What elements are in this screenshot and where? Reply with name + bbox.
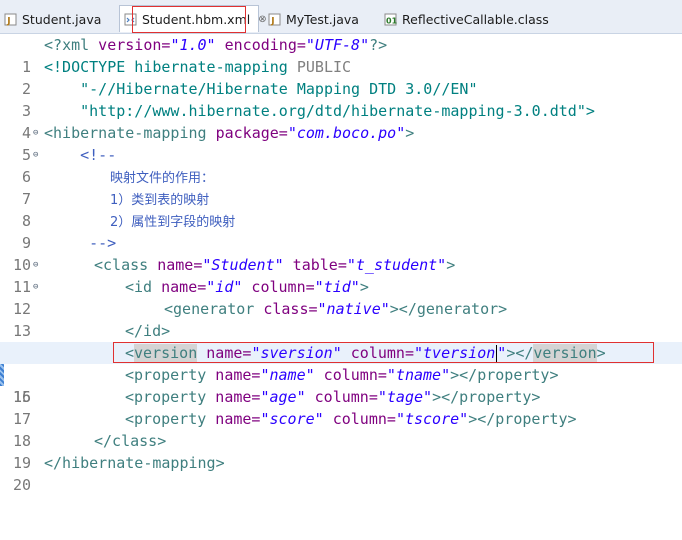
code-line: 17 <property name="age" column="tage"></… [0, 386, 682, 428]
code-text: <!DOCTYPE hibernate-mapping PUBLIC [44, 58, 352, 76]
code-text: --> [53, 234, 117, 252]
tab-label: ReflectiveCallable.class [402, 11, 549, 27]
close-tab-icon[interactable]: ⊗ [258, 14, 266, 25]
code-line: 16 <property name="name" column="tname">… [0, 364, 682, 406]
svg-text:J: J [270, 16, 274, 26]
code-line: 2 <!DOCTYPE hibernate-mapping PUBLIC [0, 56, 682, 98]
code-text: "-//Hibernate/Hibernate Mapping DTD 3.0/… [44, 80, 478, 98]
code-line: 1 <?xml version="1.0" encoding="UTF-8"?> [0, 34, 682, 76]
code-line: 10 --> [0, 232, 682, 274]
java-file-icon: J [4, 13, 17, 26]
line-number: 20 [12, 476, 31, 494]
code-text: <!-- [44, 146, 117, 164]
code-line: 14 </id> [0, 320, 682, 362]
code-line: 7 映射文件的作用： [0, 166, 682, 208]
code-text: <class name="Student" table="t_student"> [94, 256, 456, 274]
code-text: </class> [94, 432, 167, 450]
xml-editor[interactable]: 1 <?xml version="1.0" encoding="UTF-8"?>… [0, 34, 682, 494]
code-line: 8 1）类到表的映射 [0, 188, 682, 230]
code-text: </id> [125, 322, 171, 340]
code-text: <?xml version="1.0" encoding="UTF-8"?> [44, 36, 388, 54]
code-text: 2）属性到字段的映射 [110, 215, 236, 230]
code-line: 13 <generator class="native"></generator… [0, 298, 682, 340]
tab-reflectivecallable-class[interactable]: 01 ReflectiveCallable.class [384, 8, 549, 30]
tab-student-java[interactable]: J Student.java [4, 8, 101, 30]
code-text: <property name="score" column="tscore"><… [125, 410, 577, 428]
java-file-icon: J [268, 13, 281, 26]
current-code-line[interactable]: 15 <version name="sversion" column="tver… [0, 342, 682, 406]
code-line: 18 <property name="score" column="tscore… [0, 408, 682, 450]
code-text: 1）类到表的映射 [110, 193, 210, 208]
fold-toggle-icon[interactable]: ⊖ [33, 254, 42, 276]
code-text: 映射文件的作用： [110, 171, 215, 186]
line-highlight-box [113, 342, 654, 363]
code-line: 19 </class> [0, 430, 682, 472]
code-line: 4 "http://www.hibernate.org/dtd/hibernat… [0, 100, 682, 142]
code-text: <generator class="native"></generator> [164, 300, 508, 318]
editor-tab-bar: J Student.java Student.hbm.xml ⊗ J MyTes… [0, 0, 682, 34]
tab-label: Student.java [22, 11, 102, 27]
code-line: 20 </hibernate-mapping> [0, 452, 682, 494]
tab-highlight-box [132, 6, 246, 33]
class-file-icon: 01 [384, 13, 397, 26]
code-text: </hibernate-mapping> [44, 454, 225, 472]
svg-text:01: 01 [386, 16, 397, 25]
code-text: <id name="id" column="tid"> [125, 278, 369, 296]
code-line: 5 ⊖ <hibernate-mapping package="com.boco… [0, 122, 682, 164]
fold-toggle-icon[interactable]: ⊖ [33, 276, 42, 298]
code-line: 3 "-//Hibernate/Hibernate Mapping DTD 3.… [0, 78, 682, 120]
fold-toggle-icon[interactable]: ⊖ [33, 144, 42, 166]
code-text: <property name="name" column="tname"></p… [125, 366, 559, 384]
code-text: "http://www.hibernate.org/dtd/hibernate-… [44, 102, 595, 120]
tab-mytest-java[interactable]: J MyTest.java [268, 8, 359, 30]
code-text: <property name="age" column="tage"></pro… [125, 388, 541, 406]
svg-text:J: J [6, 16, 10, 26]
code-text: <hibernate-mapping package="com.boco.po"… [44, 124, 415, 142]
code-line: 9 2）属性到字段的映射 [0, 210, 682, 252]
fold-toggle-icon[interactable]: ⊖ [33, 122, 42, 144]
code-line: 12 ⊖ <id name="id" column="tid"> [0, 276, 682, 318]
code-line: 11 ⊖ <class name="Student" table="t_stud… [0, 254, 682, 296]
tab-label: MyTest.java [286, 11, 359, 27]
code-line: 6 ⊖ <!-- [0, 144, 682, 186]
